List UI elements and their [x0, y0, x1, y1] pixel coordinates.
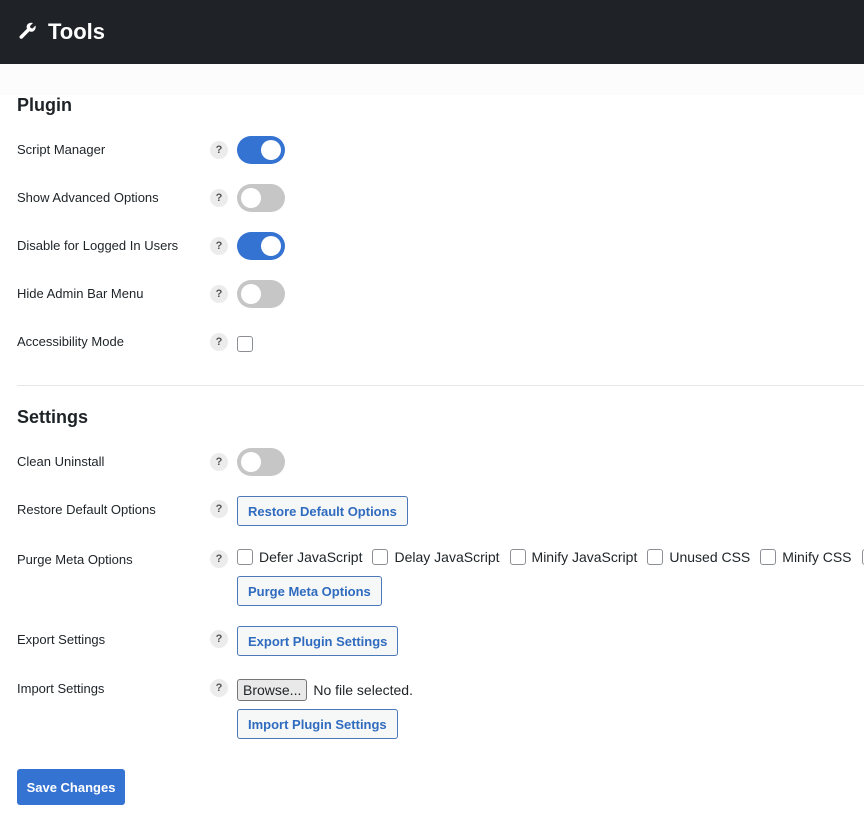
import-plugin-settings-button[interactable]: Import Plugin Settings [237, 709, 398, 739]
help-icon[interactable]: ? [210, 630, 228, 648]
purge-option-minify-css[interactable]: Minify CSS [760, 549, 852, 565]
restore-default-options-button[interactable]: Restore Default Options [237, 496, 408, 526]
purge-option-unused-css[interactable]: Unused CSS [647, 549, 750, 565]
purge-meta-checkbox-group: Defer JavaScript Delay JavaScript Minify… [237, 549, 864, 565]
help-icon[interactable]: ? [210, 285, 228, 303]
help-icon[interactable]: ? [210, 453, 228, 471]
row-label: Show Advanced Options [17, 190, 159, 205]
disable-logged-in-toggle[interactable] [237, 232, 285, 260]
row-label: Purge Meta Options [17, 552, 133, 567]
row-label: Import Settings [17, 681, 105, 696]
toggle-knob [261, 236, 281, 256]
section-heading-settings: Settings [17, 407, 89, 427]
checkbox-label: Defer JavaScript [259, 549, 363, 565]
section-heading-plugin: Plugin [17, 95, 72, 115]
show-advanced-options-toggle[interactable] [237, 184, 285, 212]
accessibility-mode-checkbox[interactable] [237, 336, 253, 352]
row-label: Clean Uninstall [17, 454, 105, 469]
checkbox[interactable] [237, 549, 253, 565]
checkbox[interactable] [760, 549, 777, 565]
checkbox-label: Minify CSS [782, 549, 852, 565]
checkbox-label: Unused CSS [669, 549, 751, 565]
help-icon[interactable]: ? [210, 500, 228, 518]
purge-option-defer-javascript[interactable]: Defer JavaScript [237, 549, 362, 565]
help-icon[interactable]: ? [210, 189, 228, 207]
row-label: Script Manager [17, 142, 106, 157]
help-icon[interactable]: ? [210, 550, 228, 568]
row-label: Export Settings [17, 632, 106, 647]
toggle-knob [261, 140, 281, 160]
header-band [0, 64, 864, 95]
export-plugin-settings-button[interactable]: Export Plugin Settings [237, 626, 399, 656]
row-label: Accessibility Mode [17, 334, 124, 349]
script-manager-toggle[interactable] [237, 136, 285, 164]
help-icon[interactable]: ? [210, 679, 228, 697]
page-header: Tools [0, 0, 864, 64]
row-label: Hide Admin Bar Menu [17, 286, 144, 301]
browse-button[interactable]: Browse... [237, 679, 308, 701]
purge-option-minify-javascript[interactable]: Minify JavaScript [509, 549, 638, 565]
row-label: Restore Default Options [17, 502, 156, 517]
checkbox[interactable] [509, 549, 526, 565]
purge-option-delay-javascript[interactable]: Delay JavaScript [372, 549, 500, 565]
file-status: No file selected. [313, 682, 413, 698]
help-icon[interactable]: ? [210, 141, 228, 159]
wrench-icon [18, 22, 38, 42]
help-icon[interactable]: ? [210, 237, 228, 255]
hide-admin-bar-menu-toggle[interactable] [237, 280, 285, 308]
file-input[interactable]: Browse... No file selected. [237, 679, 413, 701]
save-changes-button[interactable]: Save Changes [17, 769, 125, 805]
purge-meta-options-button[interactable]: Purge Meta Options [237, 576, 382, 606]
checkbox-label: Minify JavaScript [531, 549, 638, 565]
row-label: Disable for Logged In Users [17, 238, 179, 253]
toggle-knob [241, 188, 261, 208]
clean-uninstall-toggle[interactable] [237, 448, 285, 476]
checkbox[interactable] [372, 549, 389, 565]
toggle-knob [241, 284, 261, 304]
toggle-knob [241, 452, 261, 472]
checkbox[interactable] [647, 549, 664, 565]
section-divider [17, 385, 864, 386]
page-title: Tools [48, 19, 106, 44]
checkbox-label: Delay JavaScript [394, 549, 500, 565]
help-icon[interactable]: ? [210, 333, 228, 351]
